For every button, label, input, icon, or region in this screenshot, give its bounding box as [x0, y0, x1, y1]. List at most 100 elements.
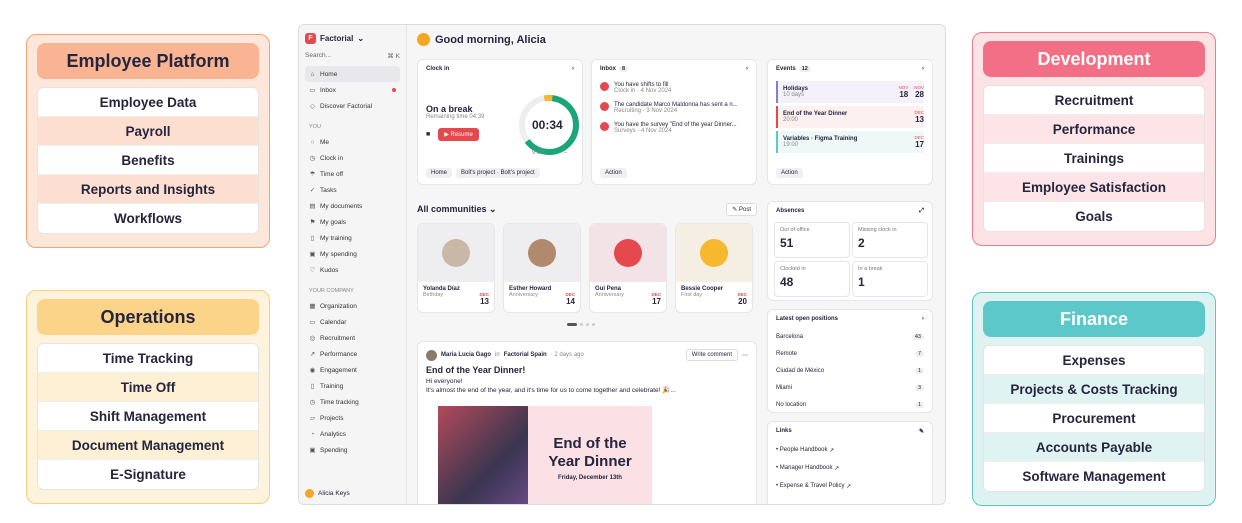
panel-title: Links	[776, 428, 792, 434]
nav-projects[interactable]: ▱ Projects	[305, 410, 400, 426]
event-item[interactable]: Holidays 10 days NOV 18 NOV 28	[776, 81, 924, 103]
position-location: No location	[776, 401, 807, 408]
panel-title: Clock in	[426, 66, 450, 72]
write-comment-button[interactable]: Write comment	[685, 349, 738, 361]
nav-me[interactable]: ○ Me	[305, 134, 400, 150]
community-card[interactable]: Bessie Cooper First day DEC 20	[675, 223, 753, 313]
chevron-right-icon[interactable]: ›	[922, 66, 924, 72]
inbox-item[interactable]: You have shifts to fill Clock in · 4 Nov …	[592, 78, 756, 98]
community-card[interactable]: Gui Pena Anniversary DEC 17	[589, 223, 667, 313]
candidate-icon	[600, 102, 609, 111]
feature-item: Software Management	[1022, 469, 1166, 484]
post-author[interactable]: Maria Lucía Gago	[441, 352, 491, 358]
nav-clock-in[interactable]: ◷ Clock in	[305, 150, 400, 166]
chevron-right-icon[interactable]: ›	[746, 66, 748, 72]
nav-calendar[interactable]: ▭ Calendar	[305, 314, 400, 330]
stat-label: Missing clock in	[858, 227, 897, 233]
brand-switcher[interactable]: F Factorial ⌄	[305, 33, 400, 44]
avatar	[305, 489, 314, 498]
link-item[interactable]: • Manager Handbook ↗	[768, 459, 932, 477]
feature-item: Time Tracking	[38, 344, 258, 373]
event-sub: 10 days	[783, 92, 805, 98]
panel-title: Events	[776, 66, 796, 72]
nav-inbox[interactable]: ▭ Inbox	[305, 82, 400, 98]
nav-engagement[interactable]: ◉ Engagement	[305, 362, 400, 378]
position-row[interactable]: No location 1	[768, 396, 932, 413]
position-row[interactable]: Remote 7	[768, 345, 932, 362]
nav-company-training[interactable]: ▯ Training	[305, 378, 400, 394]
chevron-right-icon[interactable]: ›	[572, 66, 574, 72]
position-row[interactable]: Miami 3	[768, 379, 932, 396]
feature-item: Procurement	[984, 404, 1204, 433]
absence-stat[interactable]: Missing clock in 2	[852, 222, 928, 258]
folder-icon: ▱	[310, 415, 315, 422]
position-row[interactable]: Ciudad de México 1	[768, 362, 932, 379]
action-button[interactable]: Action	[600, 168, 627, 178]
section-company: YOUR COMPANY	[309, 288, 354, 294]
community-card[interactable]: Yolanda Díaz Birthday DEC 13	[417, 223, 495, 313]
nav-training[interactable]: ▯ My training	[305, 230, 400, 246]
inbox-item[interactable]: The candidate Marco Maldonna has sent a …	[592, 98, 756, 118]
nav-company-spending[interactable]: ▣ Spending	[305, 442, 400, 458]
event-item[interactable]: End of the Year Dinner 20:00 DEC 13	[776, 106, 924, 128]
edit-icon[interactable]: ✎	[919, 428, 924, 435]
nav-goals[interactable]: ⚑ My goals	[305, 214, 400, 230]
inbox-panel: Inbox 8 › You have shifts to fill Clock in …	[591, 59, 757, 185]
nav-label: My documents	[320, 202, 363, 210]
location-tag[interactable]: Home	[426, 168, 453, 178]
user-menu[interactable]: Alicia Keys	[305, 489, 350, 498]
stop-icon[interactable]: ■	[426, 131, 430, 138]
post-group[interactable]: Factorial Spain	[504, 352, 547, 358]
communities-title[interactable]: All communities ⌄	[417, 204, 497, 215]
chevron-right-icon[interactable]: ›	[922, 316, 924, 322]
post-button[interactable]: ✎ Post	[726, 203, 757, 216]
clock-icon: ◷	[309, 155, 316, 162]
nav-documents[interactable]: ▤ My documents	[305, 198, 400, 214]
position-location: Miami	[776, 384, 792, 391]
card-title: Operations	[37, 299, 259, 335]
position-count: 1	[914, 367, 924, 374]
stat-value: 48	[780, 275, 794, 289]
link-item[interactable]: • Expense & Travel Policy ↗	[768, 477, 932, 495]
action-button[interactable]: Action	[776, 168, 803, 178]
link-item[interactable]: • People Handbook ↗	[768, 441, 932, 459]
nav-organization[interactable]: ▦ Organization	[305, 298, 400, 314]
avatar	[417, 33, 430, 46]
post-image-date: Friday, December 13th	[558, 475, 622, 481]
more-icon[interactable]: ⋯	[742, 352, 748, 359]
stat-label: Out of office	[780, 227, 810, 233]
nav-spending[interactable]: ▣ My spending	[305, 246, 400, 262]
absence-stat[interactable]: In a break 1	[852, 261, 928, 297]
community-card[interactable]: Esther Howard Anniversary DEC 14	[503, 223, 581, 313]
position-row[interactable]: Barcelona 43	[768, 328, 932, 345]
project-tag[interactable]: Bolt's project · Bolt's project	[456, 168, 540, 178]
nav-discover[interactable]: ◇ Discover Factorial	[305, 98, 400, 114]
positions-panel: Latest open positions › Barcelona 43 Remot…	[767, 309, 933, 413]
absence-stat[interactable]: Out of office 51	[774, 222, 850, 258]
avatar	[426, 349, 437, 361]
nav-time-tracking[interactable]: ◷ Time tracking	[305, 394, 400, 410]
expand-icon[interactable]: ⤢	[919, 208, 924, 215]
nav-label: Spending	[320, 446, 348, 454]
event-item[interactable]: Variables · Figma Training 19:00 DEC 17	[776, 131, 924, 153]
nav-analytics[interactable]: ◔ Analytics	[305, 426, 400, 442]
stat-value: 2	[858, 236, 865, 250]
nav-home[interactable]: ⌂ Home	[305, 66, 400, 82]
absence-stat[interactable]: Clocked in 48	[774, 261, 850, 297]
inbox-item[interactable]: You have the survey "End of the year Din…	[592, 118, 756, 138]
resume-button[interactable]: ▶ Resume	[438, 128, 479, 141]
external-link-icon: ↗	[829, 447, 835, 454]
nav-recruitment[interactable]: ◎ Recruitment	[305, 330, 400, 346]
nav-tasks[interactable]: ✓ Tasks	[305, 182, 400, 198]
brand-name: Factorial	[320, 34, 354, 43]
nav-kudos[interactable]: ♡ Kudos	[305, 262, 400, 278]
carousel-dots[interactable]	[567, 323, 595, 326]
search-input[interactable]: Search... ⌘ K	[305, 52, 400, 60]
nav-time-off[interactable]: ☂ Time off	[305, 166, 400, 182]
post-image[interactable]: End of the Year Dinner Friday, December …	[438, 406, 652, 504]
event-date: DEC 14	[565, 292, 575, 306]
event-date: DEC 13	[479, 292, 489, 306]
feature-item: Recruitment	[984, 86, 1204, 115]
nav-performance[interactable]: ↗ Performance	[305, 346, 400, 362]
feature-item: Performance	[984, 115, 1204, 144]
